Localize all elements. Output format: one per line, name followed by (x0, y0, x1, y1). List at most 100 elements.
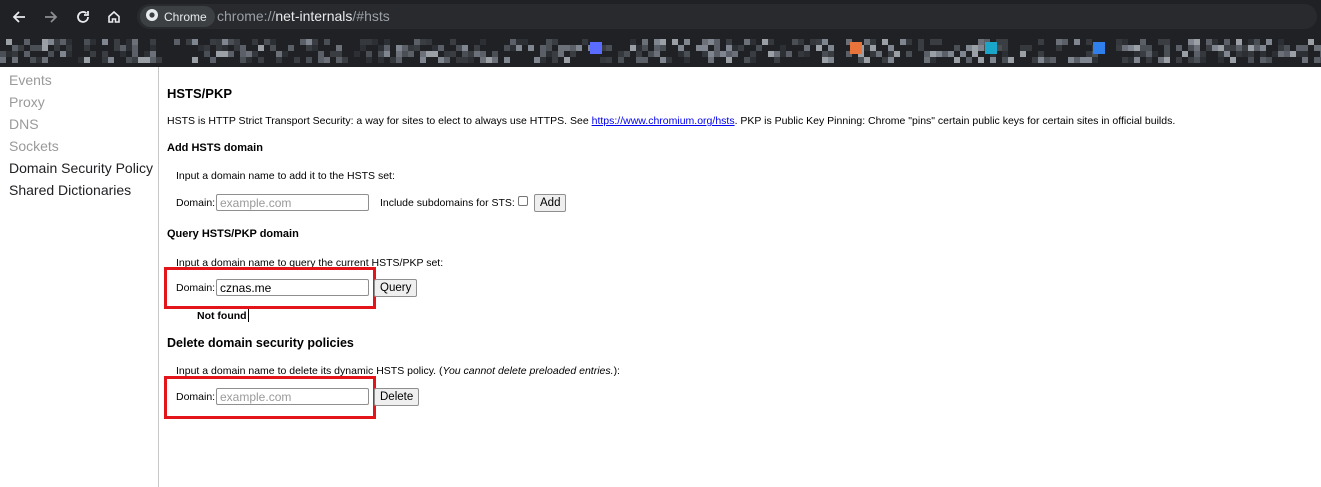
include-subdomains-label: Include subdomains for STS: (380, 197, 515, 209)
bookmark-blur-pixel (660, 45, 666, 51)
bookmark-blur-pixel (576, 45, 582, 51)
bookmark-blur-pixel (378, 57, 384, 63)
bookmark-blur-pixel (978, 57, 984, 63)
bookmark-blur-pixel (894, 51, 900, 57)
delete-instruction-note: You cannot delete preloaded entries. (442, 365, 614, 377)
bookmark-blur-pixel (936, 39, 942, 45)
bookmark-blur-pixel (1026, 45, 1032, 51)
bookmark-blur-pixel (66, 51, 72, 57)
delete-domain-input[interactable] (216, 388, 369, 405)
bookmark-blur-pixel (366, 57, 372, 63)
description-text-end: . PKP is Public Key Pinning: Chrome "pin… (734, 115, 1176, 127)
description-text: HSTS is HTTP Strict Transport Security: … (167, 115, 592, 127)
forward-arrow-icon[interactable] (39, 5, 63, 29)
delete-button[interactable]: Delete (374, 388, 420, 406)
bookmark-blur-pixel (1266, 57, 1272, 63)
bookmark-blur-pixel (108, 57, 114, 63)
add-domain-label: Domain: (176, 197, 216, 209)
sidebar-item-events[interactable]: Events (9, 71, 52, 89)
bookmark-blur-pixel (0, 57, 6, 63)
bookmark-blur-pixel (1164, 57, 1170, 63)
bookmark-blur-pixel (408, 51, 414, 57)
bookmark-blur-pixel (102, 39, 108, 45)
bookmark-blur-pixel (258, 57, 264, 63)
bookmark-blur-pixel (306, 57, 312, 63)
delete-domain-label: Domain: (176, 391, 216, 403)
browser-toolbar: Chrome chrome://net-internals/#hsts (0, 0, 1321, 33)
bookmark-blur-pixel (1020, 51, 1026, 57)
bookmark-blur-pixel (1176, 57, 1182, 63)
bookmark-blur-pixel (750, 57, 756, 63)
bookmark-blur-pixel (444, 57, 450, 63)
bookmark-blur-pixel (966, 57, 972, 63)
sidebar-item-domain-security-policy[interactable]: Domain Security Policy (9, 159, 153, 177)
sidebar-item-proxy[interactable]: Proxy (9, 93, 45, 111)
bookmark-blur-pixel (708, 57, 714, 63)
bookmark-blur-pixel (666, 57, 672, 63)
bookmark-blur-pixel (1038, 39, 1044, 45)
bookmark-blur-pixel (228, 51, 234, 57)
bookmark-blur-pixel (726, 57, 732, 63)
bookmark-blur-pixel (1266, 39, 1272, 45)
url-text[interactable]: chrome://net-internals/#hsts (217, 8, 390, 24)
bookmark-blur-pixel (192, 57, 198, 63)
bookmark-blur-pixel (1218, 57, 1224, 63)
sidebar-item-sockets[interactable]: Sockets (9, 137, 59, 155)
bookmark-blur-pixel (1200, 57, 1206, 63)
home-icon[interactable] (102, 5, 126, 29)
chrome-logo-icon (145, 8, 159, 25)
reload-icon[interactable] (71, 5, 95, 29)
query-domain-label: Domain: (176, 282, 216, 294)
bookmark-blur-pixel (282, 51, 288, 57)
bookmark-blur-pixel (354, 51, 360, 57)
bookmark-blur-pixel (606, 57, 612, 63)
bookmark-blur-pixel (210, 57, 216, 63)
hsts-description: HSTS is HTTP Strict Transport Security: … (167, 115, 1175, 127)
chrome-page-chip[interactable]: Chrome (140, 6, 215, 27)
bookmark-blur-pixel (174, 39, 180, 45)
bookmark-blur-pixel (570, 51, 576, 57)
bookmark-blur-pixel (1146, 57, 1152, 63)
delete-policies-heading: Delete domain security policies (167, 336, 354, 350)
add-button[interactable]: Add (534, 194, 567, 212)
query-domain-input[interactable] (216, 279, 369, 296)
bookmarks-bar (0, 33, 1321, 67)
url-host: net-internals (275, 8, 353, 24)
bookmark-blur-pixel (618, 57, 624, 63)
query-button[interactable]: Query (374, 279, 418, 297)
bookmark-favicon (590, 42, 602, 54)
bookmark-blur-pixel (1062, 39, 1068, 45)
bookmark-blur-pixel (954, 57, 960, 63)
include-subdomains-checkbox[interactable] (518, 196, 528, 206)
sidebar: Events Proxy DNS Sockets Domain Security… (0, 67, 159, 487)
back-arrow-icon[interactable] (7, 5, 31, 29)
sidebar-item-dns[interactable]: DNS (9, 115, 39, 133)
bookmark-blur-pixel (684, 57, 690, 63)
bookmark-blur-pixel (540, 57, 546, 63)
bookmark-blur-pixel (528, 45, 534, 51)
bookmark-blur-pixel (504, 57, 510, 63)
add-domain-input[interactable] (216, 194, 369, 211)
url-path: /#hsts (352, 8, 390, 24)
bookmark-blur-pixel (90, 51, 96, 57)
chromium-hsts-link[interactable]: https://www.chromium.org/hsts (592, 115, 735, 127)
bookmark-blur-pixel (492, 57, 498, 63)
bookmark-blur-pixel (768, 39, 774, 45)
bookmark-blur-pixel (906, 51, 912, 57)
sidebar-item-shared-dictionaries[interactable]: Shared Dictionaries (9, 181, 131, 199)
bookmark-blur-pixel (786, 51, 792, 57)
bookmark-blur-pixel (930, 57, 936, 63)
delete-instruction-end: ): (613, 365, 620, 377)
text-cursor (248, 309, 249, 322)
bookmark-blur-pixel (324, 57, 330, 63)
bookmark-blur-pixel (246, 57, 252, 63)
bookmark-blur-pixel (1134, 57, 1140, 63)
main-content: HSTS/PKP HSTS is HTTP Strict Transport S… (159, 67, 1321, 487)
bookmark-blur-pixel (732, 51, 738, 57)
bookmark-blur-pixel (642, 57, 648, 63)
bookmark-blur-pixel (516, 45, 522, 51)
chrome-chip-label: Chrome (164, 9, 207, 24)
bookmark-blur-pixel (420, 57, 426, 63)
bookmark-blur-pixel (1056, 45, 1062, 51)
address-bar[interactable]: Chrome chrome://net-internals/#hsts (137, 4, 1317, 29)
